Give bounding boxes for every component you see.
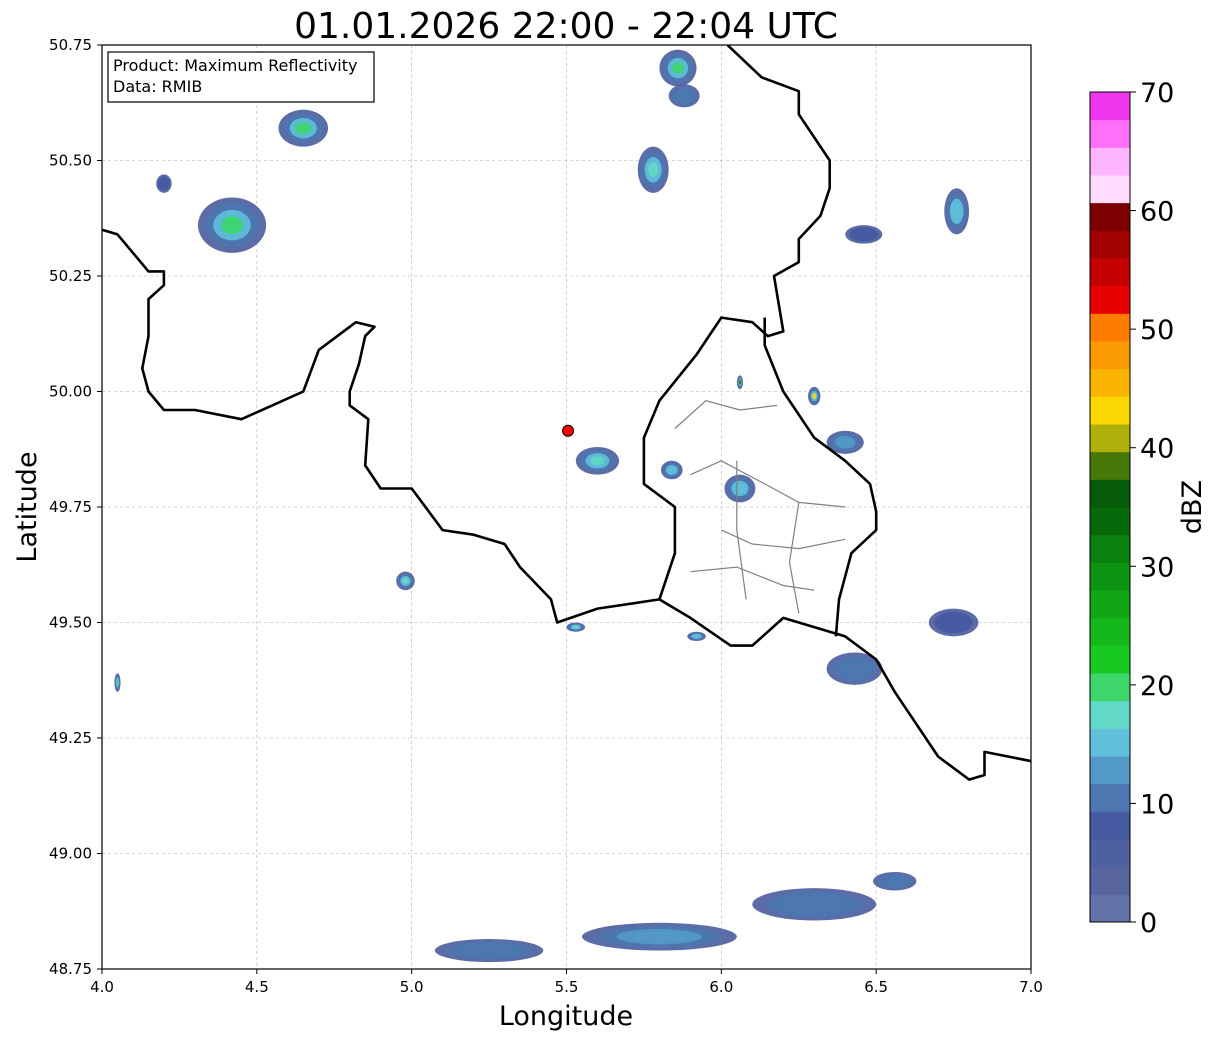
y-tick-label: 49.75: [49, 498, 92, 516]
colorbar-tick-label: 70: [1140, 78, 1174, 109]
y-axis-label: Latitude: [12, 451, 43, 562]
colorbar-segment: [1090, 285, 1130, 314]
x-tick-label: 5.5: [555, 978, 579, 996]
echo-cell: [952, 203, 961, 219]
colorbar-segment: [1090, 894, 1130, 923]
colorbar-segment: [1090, 175, 1130, 204]
echo-cell: [679, 92, 690, 100]
echo-cell: [161, 180, 167, 187]
echo-cell: [672, 62, 684, 75]
colorbar-tick-label: 40: [1140, 434, 1174, 465]
colorbar-segment: [1090, 396, 1130, 425]
x-axis-label: Longitude: [499, 1001, 633, 1032]
echo-cell: [857, 231, 870, 238]
echo-cell: [887, 878, 902, 885]
echo-cell: [116, 679, 119, 686]
chart-title: 01.01.2026 22:00 - 22:04 UTC: [294, 6, 838, 47]
echo-cell: [634, 932, 685, 942]
echo-cell: [845, 663, 864, 674]
radar-figure: 01.01.2026 22:00 - 22:04 UTC Product: Ma…: [12, 6, 1208, 1032]
echo-cell: [221, 216, 243, 235]
colorbar-segment: [1090, 313, 1130, 342]
y-tick-label: 49.25: [49, 729, 92, 747]
colorbar-segment: [1090, 451, 1130, 480]
colorbar-segment: [1090, 839, 1130, 868]
colorbar-segment: [1090, 811, 1130, 840]
y-tick-label: 48.75: [49, 960, 92, 978]
echo-cell: [945, 618, 962, 627]
colorbar-segment: [1090, 866, 1130, 895]
annotation-line-2: Data: RMIB: [113, 77, 202, 96]
colorbar-segment: [1090, 728, 1130, 757]
y-tick-label: 49.50: [49, 614, 92, 632]
colorbar-segment: [1090, 341, 1130, 370]
y-tick-label: 50.75: [49, 36, 92, 54]
colorbar-segment: [1090, 673, 1130, 702]
colorbar-segment: [1090, 617, 1130, 646]
colorbar-segment: [1090, 645, 1130, 674]
colorbar-segment: [1090, 534, 1130, 563]
echo-cell: [693, 634, 700, 638]
y-tick-label: 49.00: [49, 845, 92, 863]
colorbar-segment: [1090, 424, 1130, 453]
colorbar-tick-label: 0: [1140, 908, 1157, 939]
colorbar-segment: [1090, 258, 1130, 287]
colorbar: 0 10 20 30 40 50 60 70: [1089, 78, 1174, 939]
echo-cell: [295, 122, 312, 135]
colorbar-segment: [1090, 590, 1130, 619]
echo-cell: [794, 899, 835, 910]
colorbar-tick-label: 30: [1140, 552, 1174, 583]
colorbar-segment: [1090, 147, 1130, 176]
echo-cell: [402, 577, 409, 584]
x-tick-label: 4.0: [90, 978, 114, 996]
radar-site: [562, 424, 575, 437]
y-tick-label: 50.50: [49, 152, 92, 170]
echo-cell: [839, 438, 852, 447]
annotation-line-1: Product: Maximum Reflectivity: [113, 56, 357, 75]
colorbar-segment: [1090, 202, 1130, 231]
echo-cell: [668, 467, 676, 473]
colorbar-segment: [1090, 783, 1130, 812]
x-tick-label: 6.5: [864, 978, 888, 996]
colorbar-segment: [1090, 119, 1130, 148]
y-tick-label: 50.25: [49, 267, 92, 285]
y-axis-ticks: 48.75 49.00 49.25 49.50 49.75 50.00 50.25 50.50…: [49, 36, 102, 978]
colorbar-tick-label: 50: [1140, 315, 1174, 346]
colorbar-tick-label: 20: [1140, 671, 1174, 702]
x-tick-label: 7.0: [1019, 978, 1043, 996]
y-tick-label: 50.00: [49, 383, 92, 401]
echo-cell: [471, 946, 507, 955]
echo-cell: [590, 456, 605, 466]
colorbar-segment: [1090, 562, 1130, 591]
x-tick-label: 4.5: [245, 978, 269, 996]
annotation-box: Product: Maximum Reflectivity Data: RMIB: [107, 51, 375, 103]
echo-cell: [648, 162, 659, 178]
colorbar-segment: [1090, 700, 1130, 729]
x-tick-label: 5.0: [400, 978, 424, 996]
echo-cell: [572, 625, 579, 629]
echo-cell: [738, 380, 742, 385]
colorbar-segment: [1090, 507, 1130, 536]
colorbar-label: dBZ: [1177, 480, 1208, 534]
colorbar-tick-label: 60: [1140, 197, 1174, 228]
radar-site-marker: [562, 424, 575, 437]
colorbar-segment: [1090, 230, 1130, 259]
colorbar-segment: [1090, 92, 1130, 121]
x-tick-label: 6.0: [709, 978, 733, 996]
x-axis-ticks: 4.0 4.5 5.0 5.5 6.0 6.5 7.0: [90, 969, 1043, 996]
colorbar-segment: [1090, 756, 1130, 785]
echo-cell: [812, 393, 817, 400]
colorbar-tick-label: 10: [1140, 789, 1174, 820]
colorbar-segment: [1090, 368, 1130, 397]
colorbar-segment: [1090, 479, 1130, 508]
